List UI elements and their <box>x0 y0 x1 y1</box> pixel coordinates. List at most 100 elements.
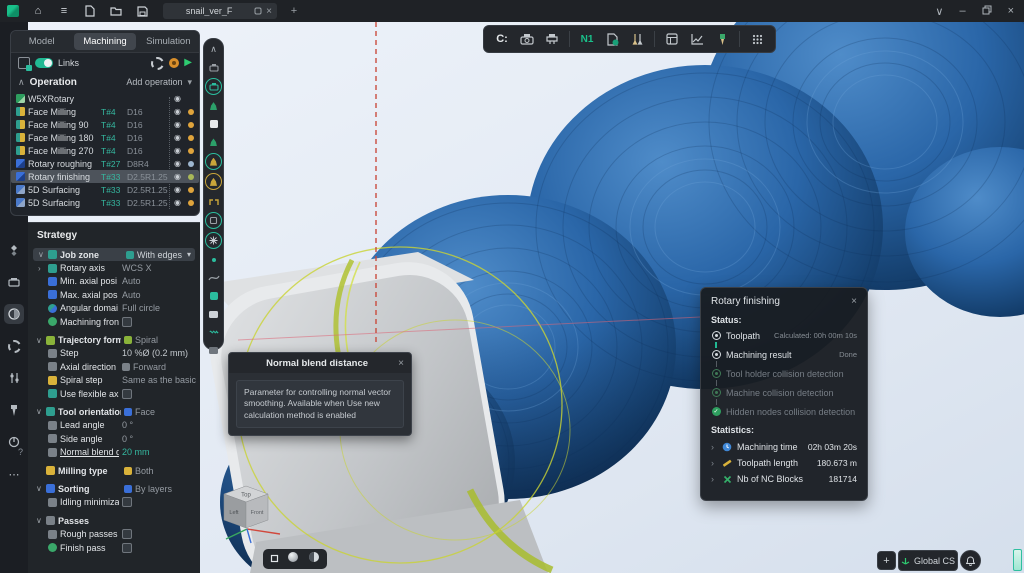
machine-rail-icon[interactable] <box>4 272 24 292</box>
chart-icon[interactable] <box>689 31 705 47</box>
add-operation-button[interactable]: Add operation <box>126 77 182 87</box>
machine-icon[interactable] <box>206 60 221 75</box>
minimize-icon[interactable]: – <box>959 5 965 17</box>
new-tab-button[interactable]: + <box>287 4 301 18</box>
tool-holder-collision-row[interactable]: Tool holder collision detection <box>711 367 857 380</box>
run-icon[interactable]: ▶ <box>184 58 192 68</box>
nc-blocks-row[interactable]: › Nb of NC Blocks 181714 <box>711 471 857 487</box>
holder-visible-icon[interactable] <box>205 173 222 190</box>
lead-angle-row[interactable]: Lead angle 0 ° <box>31 419 197 432</box>
machine-collision-row[interactable]: Machine collision detection <box>711 386 857 399</box>
visibility-icon[interactable]: ◉ <box>172 198 183 207</box>
max-axial-row[interactable]: Max. axial pos Auto <box>31 288 197 301</box>
operation-row[interactable]: 5D Surfacing T#33 D2.5R1.25 ◉ <box>11 196 199 209</box>
toolpath-status-row[interactable]: Toolpath Calculated: 00h 00m 10s <box>711 329 857 342</box>
collapse-icon[interactable]: ∧ <box>18 77 25 88</box>
fixture-icon[interactable] <box>206 194 221 209</box>
expand-icon[interactable]: › <box>711 474 717 484</box>
toolpath-length-row[interactable]: › Toolpath length 180.673 m <box>711 455 857 471</box>
more-rail-icon[interactable]: ⋯ <box>4 464 24 484</box>
hidden-nodes-collision-row[interactable]: ✓ Hidden nodes collision detection <box>711 405 857 418</box>
tab-simulation[interactable]: Simulation <box>138 31 199 52</box>
tools-icon[interactable] <box>629 31 645 47</box>
step-row[interactable]: Step 10 %Ø (0.2 mm) <box>31 347 197 360</box>
collapse-icon[interactable]: ∧ <box>206 42 221 57</box>
visibility-icon[interactable]: ◉ <box>172 120 183 129</box>
notifications-button[interactable] <box>960 550 981 571</box>
machining-result-row[interactable]: Machining result Done <box>711 348 857 361</box>
close-tab-icon[interactable]: × <box>266 6 272 17</box>
links-toggle[interactable] <box>35 58 53 68</box>
visibility-icon[interactable]: ◉ <box>172 159 183 168</box>
add-operation-caret-icon[interactable]: ▾ <box>187 77 192 88</box>
side-angle-row[interactable]: Side angle 0 ° <box>31 432 197 445</box>
passes-row[interactable]: ∨ Passes <box>31 514 197 527</box>
tab-model[interactable]: Model <box>11 31 72 52</box>
nc-code-icon[interactable]: N1 <box>579 31 595 47</box>
tool-orientation-row[interactable]: ∨ Tool orientation Face <box>31 405 197 418</box>
gear-rail-icon[interactable] <box>4 336 24 356</box>
collision-check-icon[interactable]: C: <box>494 31 510 47</box>
expand-icon[interactable]: › <box>711 442 717 452</box>
toolpath-display-icon[interactable] <box>206 307 221 322</box>
snowflake-icon[interactable] <box>205 232 222 249</box>
open-folder-icon[interactable] <box>109 4 123 18</box>
angular-domain-row[interactable]: Angular domai Full circle <box>31 302 197 315</box>
visibility-icon[interactable]: ◉ <box>172 172 183 181</box>
machining-front-row[interactable]: Machining fron <box>31 315 197 328</box>
home-icon[interactable]: ⌂ <box>31 4 45 18</box>
machine-active-icon[interactable] <box>205 78 222 95</box>
visibility-icon[interactable]: ◉ <box>172 185 183 194</box>
shaded-mode-icon[interactable] <box>287 550 299 568</box>
operation-row[interactable]: Face Milling 90 T#4 D16 ◉ <box>11 118 199 131</box>
dropdown-caret-icon[interactable]: ▾ <box>187 250 191 259</box>
collapse-icon[interactable]: ∨ <box>36 407 43 416</box>
operation-row[interactable]: 5D Surfacing T#33 D2.5R1.25 ◉ <box>11 183 199 196</box>
idling-checkbox[interactable] <box>122 497 132 507</box>
restore-icon[interactable] <box>982 5 992 18</box>
postprocess-icon[interactable] <box>604 31 620 47</box>
operation-row[interactable]: Face Milling 180 T#4 D16 ◉ <box>11 131 199 144</box>
pin-icon[interactable] <box>254 2 262 20</box>
collapse-icon[interactable]: ∨ <box>36 516 43 525</box>
visibility-icon[interactable]: ◉ <box>172 94 183 103</box>
window-dropdown-icon[interactable]: ∨ <box>935 5 943 18</box>
mesh-icon[interactable] <box>206 288 221 303</box>
new-document-icon[interactable] <box>83 4 97 18</box>
operation-row[interactable]: Face Milling 270 T#4 D16 ◉ <box>11 144 199 157</box>
operation-row[interactable]: Rotary roughing T#27 D8R4 ◉ <box>11 157 199 170</box>
apps-grid-icon[interactable] <box>749 31 765 47</box>
close-tooltip-icon[interactable]: × <box>398 358 404 369</box>
machining-front-checkbox[interactable] <box>122 317 132 327</box>
chat-icon[interactable] <box>206 343 221 358</box>
global-cs-button[interactable]: Global CS <box>898 550 958 571</box>
point-icon[interactable] <box>206 252 221 267</box>
visibility-icon[interactable]: ◉ <box>172 146 183 155</box>
collapse-icon[interactable]: ∨ <box>36 484 43 493</box>
spring-icon[interactable] <box>206 325 221 340</box>
idling-row[interactable]: Idling minimiza <box>31 496 197 509</box>
add-cs-button[interactable]: + <box>877 551 896 570</box>
min-axial-row[interactable]: Min. axial posi Auto <box>31 275 197 288</box>
sorting-row[interactable]: ∨ Sorting By layers <box>31 482 197 495</box>
job-zone-row[interactable]: ∨ Job zone With edges ▾ <box>33 248 195 261</box>
visibility-icon[interactable]: ◉ <box>172 107 183 116</box>
rough-passes-checkbox[interactable] <box>122 529 132 539</box>
machining-time-row[interactable]: › Machining time 02h 03m 20s <box>711 439 857 455</box>
curve-icon[interactable] <box>206 270 221 285</box>
workpiece-rail-icon-active[interactable] <box>4 304 24 324</box>
operation-row[interactable]: Face Milling T#4 D16 ◉ <box>11 105 199 118</box>
stock-icon[interactable] <box>206 117 221 132</box>
tool-rail-icon[interactable] <box>4 400 24 420</box>
workpiece-icon[interactable] <box>206 135 221 150</box>
hint-icon[interactable]: ? <box>18 447 23 457</box>
probe-tool-icon[interactable] <box>714 31 730 47</box>
visibility-icon[interactable]: ◉ <box>172 133 183 142</box>
rotary-axis-row[interactable]: › Rotary axis WCS X <box>31 261 197 274</box>
tab-machining[interactable]: Machining <box>74 33 135 50</box>
menu-icon[interactable]: ≡ <box>57 4 71 18</box>
use-flexible-checkbox[interactable] <box>122 389 132 399</box>
finish-pass-row[interactable]: Finish pass <box>31 541 197 554</box>
axial-direction-row[interactable]: Axial direction Forward <box>31 360 197 373</box>
calculator-icon[interactable] <box>664 31 680 47</box>
